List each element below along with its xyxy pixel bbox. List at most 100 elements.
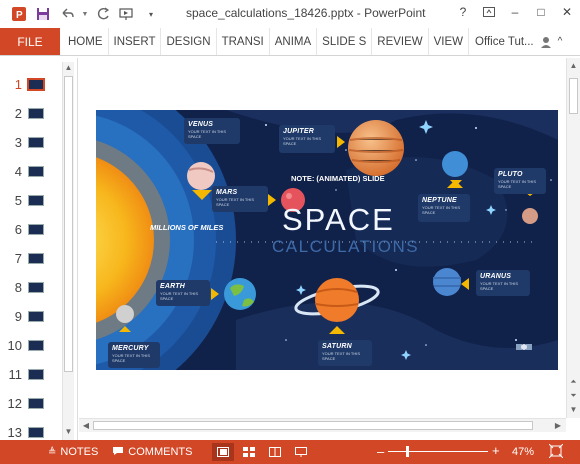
thumbnails-scrollbar[interactable]: ▲ ▼: [62, 62, 74, 440]
redo-icon[interactable]: [92, 3, 114, 25]
slide-vertical-scrollbar[interactable]: ▲ ⏶ ⏷ ▼: [566, 58, 580, 418]
tab-review[interactable]: REVIEW: [372, 28, 429, 55]
thumbnail-8[interactable]: 8: [0, 273, 62, 302]
tab-animations[interactable]: ANIMA: [270, 28, 318, 55]
collapse-ribbon-icon[interactable]: ^: [552, 28, 563, 55]
uranus-label-box[interactable]: URANUS YOUR TEXT IN THIS SPACE: [476, 270, 530, 296]
slide-horizontal-scrollbar[interactable]: ◀ ▶: [79, 418, 566, 432]
undo-icon[interactable]: [56, 3, 78, 25]
normal-view-button[interactable]: [212, 443, 235, 461]
thumbnail-13[interactable]: 13: [0, 418, 62, 440]
slide-canvas[interactable]: SPACE CALCULATIONS NOTE: (ANIMATED) SLID…: [96, 110, 558, 370]
scroll-up-icon[interactable]: ▲: [567, 60, 580, 72]
thumbnail-4[interactable]: 4: [0, 157, 62, 186]
comment-icon: [112, 446, 124, 459]
thumbnail-5[interactable]: 5: [0, 186, 62, 215]
thumbnail-2[interactable]: 2: [0, 99, 62, 128]
earth-label-box[interactable]: EARTH YOUR TEXT IN THIS SPACE: [156, 280, 210, 306]
tab-view[interactable]: VIEW: [429, 28, 470, 55]
tab-design[interactable]: DESIGN: [161, 28, 217, 55]
scroll-right-icon[interactable]: ▶: [552, 419, 564, 432]
chevron-down-icon[interactable]: ▼: [80, 3, 90, 25]
thumbnail-image: [28, 369, 44, 380]
thumbnail-1[interactable]: 1: [0, 70, 62, 99]
slideshow-icon: [295, 447, 308, 457]
planet-name: SATURN: [322, 343, 352, 350]
zoom-in-button[interactable]: +: [492, 443, 500, 458]
pluto-label-box[interactable]: PLUTO YOUR TEXT IN THIS SPACE: [494, 168, 546, 194]
ribbon-display-icon[interactable]: [476, 0, 502, 24]
notes-icon: ≜: [48, 446, 57, 458]
thumbnail-3[interactable]: 3: [0, 128, 62, 157]
slide-subtitle[interactable]: CALCULATIONS: [272, 237, 419, 257]
zoom-out-button[interactable]: –: [377, 444, 384, 459]
placeholder-text: YOUR TEXT IN THIS SPACE: [160, 291, 199, 301]
planet-name: PLUTO: [498, 171, 523, 178]
scroll-up-icon[interactable]: ▲: [63, 62, 74, 74]
scroll-left-icon[interactable]: ◀: [80, 419, 92, 432]
comments-label: COMMENTS: [128, 446, 193, 458]
account-name[interactable]: Office Tut...: [469, 28, 534, 55]
tab-transitions[interactable]: TRANSI: [217, 28, 270, 55]
fit-to-window-icon[interactable]: [548, 443, 564, 461]
scrollbar-thumb[interactable]: [64, 76, 73, 372]
close-button[interactable]: ✕: [554, 0, 580, 24]
slideshow-button[interactable]: [290, 443, 312, 461]
planet-name: MERCURY: [112, 345, 149, 352]
prev-slide-icon[interactable]: ⏶: [567, 376, 580, 388]
slide-sorter-button[interactable]: [238, 443, 260, 461]
planet-name: URANUS: [480, 273, 512, 280]
thumbnail-9[interactable]: 9: [0, 302, 62, 331]
maximize-button[interactable]: □: [528, 0, 554, 24]
thumbnail-number: 8: [14, 280, 22, 295]
zoom-slider[interactable]: [388, 451, 488, 452]
planet-name: EARTH: [160, 283, 185, 290]
help-button[interactable]: ?: [450, 0, 476, 24]
thumbnail-7[interactable]: 7: [0, 244, 62, 273]
ribbon-tabs: FILE HOME INSERT DESIGN TRANSI ANIMA SLI…: [0, 28, 580, 56]
tab-insert[interactable]: INSERT: [109, 28, 162, 55]
neptune-label-box[interactable]: NEPTUNE YOUR TEXT IN THIS SPACE: [418, 194, 470, 222]
thumbnail-12[interactable]: 12: [0, 389, 62, 418]
notes-button[interactable]: ≜ NOTES: [48, 446, 98, 458]
thumbnail-number: 2: [14, 106, 22, 121]
save-icon[interactable]: [32, 3, 54, 25]
planet-name: MARS: [216, 189, 238, 196]
venus-label-box[interactable]: VENUS YOUR TEXT IN THIS SPACE: [184, 118, 240, 144]
placeholder-text: YOUR TEXT IN THIS SPACE: [422, 205, 461, 215]
saturn-label-box[interactable]: SATURN YOUR TEXT IN THIS SPACE: [318, 340, 372, 366]
placeholder-text: YOUR TEXT IN THIS SPACE: [498, 179, 537, 189]
slide-note[interactable]: NOTE: (ANIMATED) SLIDE: [291, 174, 385, 183]
thumbnail-10[interactable]: 10: [0, 331, 62, 360]
scroll-down-icon[interactable]: ▼: [63, 426, 74, 438]
present-from-beginning-icon[interactable]: [116, 3, 138, 25]
thumbnail-number: 4: [14, 164, 22, 179]
thumbnail-11[interactable]: 11: [0, 360, 62, 389]
customize-qat-icon[interactable]: ▾: [140, 3, 162, 25]
powerpoint-icon[interactable]: P: [8, 3, 30, 25]
placeholder-text: YOUR TEXT IN THIS SPACE: [216, 197, 255, 207]
scrollbar-thumb[interactable]: [93, 421, 533, 430]
tab-slide-show[interactable]: SLIDE S: [317, 28, 373, 55]
file-tab[interactable]: FILE: [0, 28, 60, 55]
thumbnail-6[interactable]: 6: [0, 215, 62, 244]
slide-title[interactable]: SPACE: [282, 202, 395, 238]
account-avatar-icon[interactable]: [534, 28, 552, 55]
zoom-level[interactable]: 47%: [512, 446, 534, 458]
mars-label-box[interactable]: MARS YOUR TEXT IN THIS SPACE: [212, 186, 268, 212]
thumbnail-image: [28, 166, 44, 177]
thumbnail-number: 13: [7, 425, 22, 440]
reading-view-button[interactable]: [264, 443, 286, 461]
tab-home[interactable]: HOME: [60, 28, 109, 55]
placeholder-text: YOUR TEXT IN THIS SPACE: [283, 136, 322, 146]
minimize-button[interactable]: –: [502, 0, 528, 24]
comments-button[interactable]: COMMENTS: [112, 446, 192, 459]
scale-label[interactable]: MILLIONS OF MILES: [150, 223, 223, 232]
planet-name: NEPTUNE: [422, 197, 457, 204]
mercury-label-box[interactable]: MERCURY YOUR TEXT IN THIS SPACE: [108, 342, 160, 368]
next-slide-icon[interactable]: ⏷: [567, 390, 580, 402]
zoom-slider-handle[interactable]: [406, 446, 409, 457]
jupiter-label-box[interactable]: JUPITER YOUR TEXT IN THIS SPACE: [279, 125, 335, 153]
scrollbar-thumb[interactable]: [569, 78, 578, 114]
scroll-down-icon[interactable]: ▼: [567, 404, 580, 416]
